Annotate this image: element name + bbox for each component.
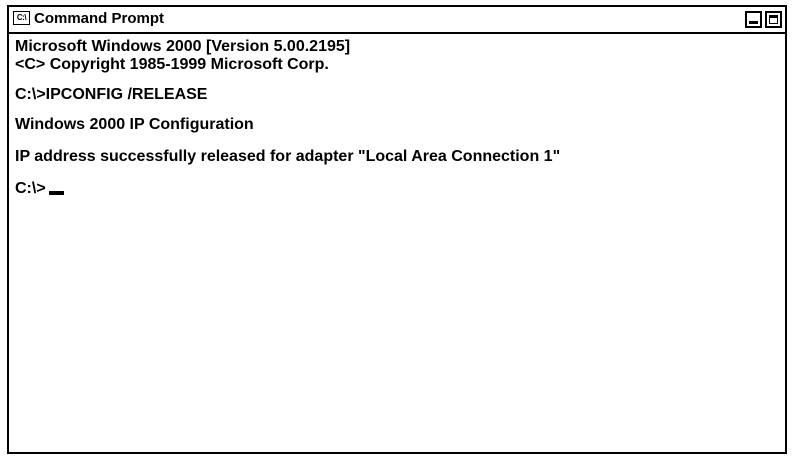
banner-version-line: Microsoft Windows 2000 [Version 5.00.219… — [15, 38, 351, 55]
command-prompt-window: C:\ Command Prompt Microsoft Windows 200… — [7, 5, 787, 454]
minimize-button[interactable] — [745, 11, 762, 28]
title-bar[interactable]: C:\ Command Prompt — [9, 7, 785, 34]
prompt-line[interactable]: C:\> — [15, 180, 785, 198]
output-message: IP address successfully released for ada… — [15, 148, 561, 165]
prompt-text: C:\> — [15, 180, 46, 197]
output-heading: Windows 2000 IP Configuration — [15, 116, 254, 133]
maximize-button[interactable] — [765, 11, 782, 28]
console-output[interactable]: Microsoft Windows 2000 [Version 5.00.219… — [9, 34, 785, 452]
window-title: Command Prompt — [34, 10, 165, 27]
banner-copyright-line: <C> Copyright 1985-1999 Microsoft Corp. — [15, 56, 329, 73]
console-icon[interactable]: C:\ — [13, 11, 30, 25]
command-line: C:\>IPCONFIG /RELEASE — [15, 86, 208, 103]
cursor-icon — [48, 191, 64, 195]
minimize-icon — [749, 21, 758, 24]
maximize-icon — [769, 15, 778, 24]
